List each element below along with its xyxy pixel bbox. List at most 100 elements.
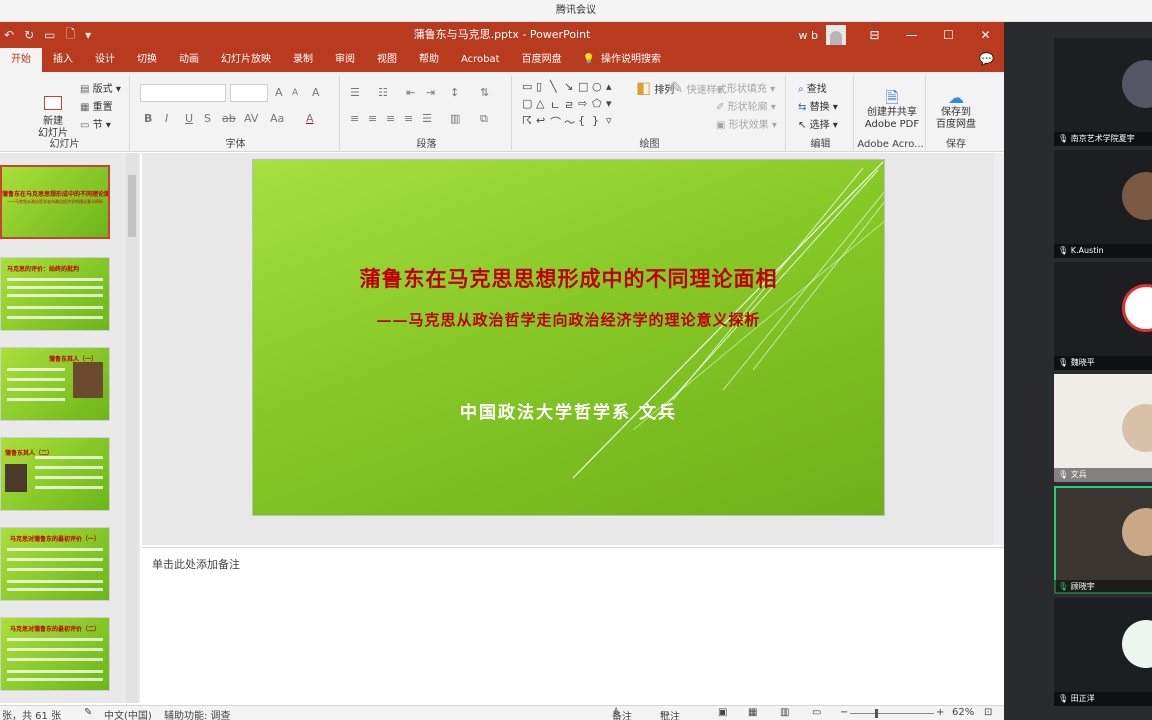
rectangle-shape-icon[interactable]: □ bbox=[578, 80, 592, 97]
tab-review[interactable]: 审阅 bbox=[324, 48, 366, 72]
shrink-font-icon[interactable]: A bbox=[292, 88, 298, 98]
select-button[interactable]: ↖ 选择 ▾ bbox=[798, 116, 838, 131]
slide-thumbnail[interactable]: 马克思对蒲鲁东的最初评价（二） bbox=[0, 617, 110, 691]
spellcheck-icon[interactable]: ✎ bbox=[84, 707, 92, 718]
current-slide[interactable]: 蒲鲁东在马克思思想形成中的不同理论面相 ——马克思从政治哲学走向政治经济学的理论… bbox=[252, 159, 885, 516]
change-case-button[interactable]: Aa bbox=[270, 112, 284, 125]
participant-tile[interactable]: 🎙 魏晓平 bbox=[1054, 262, 1152, 370]
clear-formatting-icon[interactable]: A bbox=[312, 86, 320, 99]
tab-home[interactable]: 开始 bbox=[0, 48, 42, 72]
ribbon-display-options-button[interactable]: ⊟ bbox=[856, 22, 893, 48]
font-color-button[interactable]: A bbox=[306, 112, 314, 125]
create-pdf-button[interactable]: 🗎 创建并共享 Adobe PDF bbox=[862, 80, 922, 131]
accessibility-status[interactable]: 辅助功能: 调查 bbox=[164, 707, 231, 720]
curve-shape-icon[interactable]: ↩ bbox=[536, 114, 550, 131]
right-brace-shape-icon[interactable]: } bbox=[592, 114, 606, 131]
participant-tile[interactable]: 🎙 南京艺术学院夏宇 bbox=[1054, 38, 1152, 146]
slide-title[interactable]: 蒲鲁东在马克思思想形成中的不同理论面相 bbox=[253, 263, 884, 293]
shape-effects-button[interactable]: ▣ 形状效果 ▾ bbox=[716, 116, 777, 131]
distributed-icon[interactable]: ☰ bbox=[422, 112, 432, 125]
slide-subtitle[interactable]: ——马克思从政治哲学走向政治经济学的理论意义探析 bbox=[253, 309, 884, 330]
find-button[interactable]: ⌕ 查找 bbox=[798, 80, 827, 95]
minimize-button[interactable]: — bbox=[893, 22, 930, 48]
increase-indent-icon[interactable]: ⇥ bbox=[426, 86, 435, 99]
oval-shape-icon[interactable]: ○ bbox=[592, 80, 606, 97]
tab-baidu-netdisk[interactable]: 百度网盘 bbox=[511, 48, 573, 72]
user-avatar[interactable] bbox=[826, 25, 846, 45]
bullets-icon[interactable]: ☰ bbox=[350, 86, 360, 99]
tab-acrobat[interactable]: Acrobat bbox=[450, 48, 511, 72]
close-button[interactable]: ✕ bbox=[967, 22, 1004, 48]
elbow-connector-shape-icon[interactable]: ㄴ bbox=[550, 97, 564, 114]
section-button[interactable]: ▭ 节 ▾ bbox=[80, 116, 111, 131]
quick-styles-button[interactable]: ✎ 快速样式 bbox=[670, 80, 727, 97]
align-center-icon[interactable]: ≡ bbox=[368, 112, 377, 125]
fit-to-window-icon[interactable]: ⊡ bbox=[984, 707, 992, 718]
participant-tile[interactable]: 🎙 顾晓宇 bbox=[1054, 486, 1152, 594]
thumbnails-scrollbar[interactable] bbox=[126, 153, 138, 703]
participant-tile[interactable]: 🎙 K.Austin bbox=[1054, 150, 1152, 258]
slide-thumbnail[interactable]: 蒲鲁东其人（二） bbox=[0, 437, 110, 511]
arrange-button[interactable]: ◧ 排列 bbox=[636, 80, 674, 97]
font-name-select[interactable] bbox=[140, 84, 226, 102]
arc-shape-icon[interactable]: ⌒ bbox=[550, 114, 564, 131]
reset-button[interactable]: ▦ 重置 bbox=[80, 98, 113, 113]
align-left-icon[interactable]: ≡ bbox=[350, 112, 359, 125]
editor-scrollbar[interactable] bbox=[994, 153, 1004, 545]
text-direction-icon[interactable]: ⇅ bbox=[480, 86, 489, 99]
slide-thumbnail[interactable]: 马克思对蒲鲁东的最初评价（一） bbox=[0, 527, 110, 601]
textbox-shape-icon[interactable]: ▭ bbox=[522, 80, 536, 97]
zoom-slider[interactable] bbox=[850, 709, 934, 718]
font-size-select[interactable] bbox=[230, 84, 268, 102]
reading-view-icon[interactable]: ▥ bbox=[780, 707, 789, 718]
participant-tile[interactable]: 🎙 文兵 bbox=[1054, 374, 1152, 482]
user-name[interactable]: w b bbox=[799, 29, 818, 42]
slideshow-icon[interactable]: ▭ bbox=[812, 707, 821, 718]
slide-thumbnail[interactable]: 蒲鲁东在马克思思想形成中的不同理论面相 ——马克思从政治哲学走向政治经济学的理论… bbox=[0, 165, 110, 239]
freeform-shape-icon[interactable]: ☈ bbox=[522, 114, 536, 131]
zoom-level[interactable]: 62% bbox=[952, 707, 974, 718]
gallery-more-icon[interactable]: ▿ bbox=[606, 114, 620, 131]
comments-icon[interactable]: 💬 bbox=[979, 52, 994, 66]
language-status[interactable]: 中文(中国) bbox=[104, 707, 152, 720]
rounded-rect-shape-icon[interactable]: ▢ bbox=[522, 97, 536, 114]
replace-button[interactable]: ⇆ 替换 ▾ bbox=[798, 98, 838, 113]
line-shape-icon[interactable]: ╲ bbox=[550, 80, 564, 97]
shapes-gallery[interactable]: ▭ ▯ ╲ ↘ □ ○ ▴ ▢ △ ㄴㄹ ⇨ ⬠ ▾ ☈ ↩ ⌒ 〜{} ▿ bbox=[522, 80, 622, 134]
underline-button[interactable]: U bbox=[185, 112, 193, 125]
scrollbar-thumb[interactable] bbox=[128, 175, 136, 237]
new-slide-button[interactable]: 新建 幻灯片 bbox=[36, 84, 70, 140]
tab-help[interactable]: 帮助 bbox=[408, 48, 450, 72]
gallery-down-icon[interactable]: ▾ bbox=[606, 97, 620, 114]
curved-connector-shape-icon[interactable]: ㄹ bbox=[564, 97, 578, 114]
numbering-icon[interactable]: ☷ bbox=[378, 86, 388, 99]
shadow-button[interactable]: S bbox=[204, 112, 211, 125]
pentagon-shape-icon[interactable]: ⬠ bbox=[592, 97, 606, 114]
tab-view[interactable]: 视图 bbox=[366, 48, 408, 72]
bold-button[interactable]: B bbox=[144, 112, 152, 125]
italic-button[interactable]: I bbox=[165, 112, 168, 125]
tab-animations[interactable]: 动画 bbox=[168, 48, 210, 72]
justify-icon[interactable]: ≡ bbox=[404, 112, 413, 125]
textbox-vertical-shape-icon[interactable]: ▯ bbox=[536, 80, 550, 97]
right-arrow-shape-icon[interactable]: ⇨ bbox=[578, 97, 592, 114]
wave-shape-icon[interactable]: 〜 bbox=[564, 114, 578, 131]
notes-pane[interactable]: 单击此处添加备注 bbox=[142, 547, 1004, 705]
left-brace-shape-icon[interactable]: { bbox=[578, 114, 592, 131]
tab-slideshow[interactable]: 幻灯片放映 bbox=[210, 48, 282, 72]
slide-author[interactable]: 中国政法大学哲学系 文兵 bbox=[253, 398, 884, 423]
normal-view-icon[interactable]: ▣ bbox=[718, 707, 727, 718]
slide-sorter-icon[interactable]: ▦ bbox=[748, 707, 757, 718]
align-right-icon[interactable]: ≡ bbox=[386, 112, 395, 125]
line-spacing-icon[interactable]: ↕ bbox=[450, 86, 459, 99]
save-to-baidu-button[interactable]: ☁ 保存到 百度网盘 bbox=[932, 80, 980, 131]
grow-font-icon[interactable]: A bbox=[275, 86, 283, 99]
decrease-indent-icon[interactable]: ⇤ bbox=[406, 86, 415, 99]
strikethrough-button[interactable]: ab bbox=[222, 112, 236, 125]
participant-tile[interactable]: 🎙 田正洋 bbox=[1054, 598, 1152, 706]
smartart-icon[interactable]: ⧉ bbox=[480, 112, 488, 126]
shape-fill-button[interactable]: ◈ 形状填充 ▾ bbox=[716, 80, 775, 95]
triangle-shape-icon[interactable]: △ bbox=[536, 97, 550, 114]
columns-icon[interactable]: ▥ bbox=[450, 112, 460, 125]
tab-design[interactable]: 设计 bbox=[84, 48, 126, 72]
